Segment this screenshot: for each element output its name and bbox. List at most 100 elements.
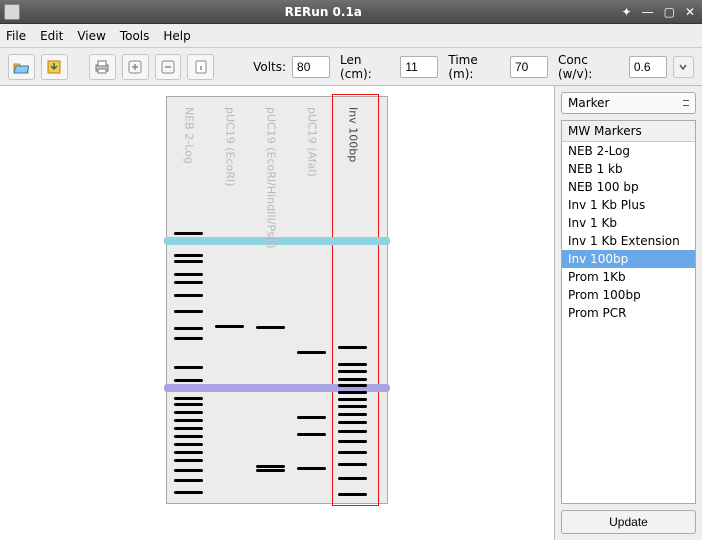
window-title: RERun 0.1a [28, 5, 619, 19]
gel-band [338, 398, 367, 401]
pin-icon[interactable]: ✦ [619, 5, 635, 19]
gel-band [338, 378, 367, 381]
conc-input[interactable] [629, 56, 667, 78]
lane-label: pUC19 (EcoRI) [223, 107, 236, 186]
gel-band [256, 326, 285, 329]
gel-band [174, 479, 203, 482]
lane-label: NEB 2-Log [182, 107, 195, 164]
gel-band [174, 427, 203, 430]
category-combo[interactable]: Marker [561, 92, 696, 114]
remove-button[interactable] [155, 54, 182, 80]
list-item[interactable]: Prom PCR [562, 304, 695, 322]
open-button[interactable] [8, 54, 35, 80]
gel-band [174, 435, 203, 438]
gel-band [174, 327, 203, 330]
list-item[interactable]: Inv 1 Kb Plus [562, 196, 695, 214]
gel-band [174, 337, 203, 340]
marker-listbox[interactable]: MW Markers NEB 2-LogNEB 1 kbNEB 100 bpIn… [561, 120, 696, 504]
gel-band [174, 379, 203, 382]
list-header: MW Markers [562, 121, 695, 142]
maximize-icon[interactable]: ▢ [661, 5, 678, 19]
gel-canvas[interactable]: NEB 2-Log pUC19 (EcoRI) pUC19 (EcoRI/Hin… [166, 96, 388, 504]
menu-bar: File Edit View Tools Help [0, 24, 702, 48]
conc-label: Conc (w/v): [558, 53, 623, 81]
gel-band [338, 440, 367, 443]
gel-band [338, 405, 367, 408]
lane-label: Inv 100bp [346, 107, 359, 162]
list-item[interactable]: NEB 1 kb [562, 160, 695, 178]
gel-band [174, 310, 203, 313]
gel-band [297, 467, 326, 470]
gel-band [174, 491, 203, 494]
menu-view[interactable]: View [77, 29, 105, 43]
minimize-icon[interactable]: — [639, 5, 657, 19]
combo-value: Marker [568, 96, 609, 110]
lane-4[interactable]: Inv 100bp [334, 97, 371, 503]
lane-3[interactable]: pUC19 (AfaI) [293, 97, 330, 503]
gel-band [338, 421, 367, 424]
gel-band [174, 403, 203, 406]
list-item[interactable]: NEB 100 bp [562, 178, 695, 196]
list-item[interactable]: Prom 1Kb [562, 268, 695, 286]
gel-band [174, 294, 203, 297]
gel-band [297, 433, 326, 436]
gel-band [215, 325, 244, 328]
len-label: Len (cm): [340, 53, 394, 81]
gel-band [256, 469, 285, 472]
gel-band [338, 493, 367, 496]
list-item[interactable]: Inv 1 Kb [562, 214, 695, 232]
list-item[interactable]: NEB 2-Log [562, 142, 695, 160]
info-button[interactable] [187, 54, 214, 80]
add-button[interactable] [122, 54, 149, 80]
gel-band [338, 451, 367, 454]
menu-help[interactable]: Help [163, 29, 190, 43]
app-icon [4, 4, 20, 20]
gel-band [174, 273, 203, 276]
update-button[interactable]: Update [561, 510, 696, 534]
gel-band [338, 363, 367, 366]
save-button[interactable] [41, 54, 68, 80]
time-input[interactable] [510, 56, 548, 78]
list-item[interactable]: Inv 1 Kb Extension [562, 232, 695, 250]
volts-input[interactable] [292, 56, 330, 78]
gel-band [174, 281, 203, 284]
list-item[interactable]: Inv 100bp [562, 250, 695, 268]
gel-band [174, 459, 203, 462]
print-button[interactable] [89, 54, 116, 80]
gel-band [174, 397, 203, 400]
list-item[interactable]: Prom 100bp [562, 286, 695, 304]
gel-band [338, 463, 367, 466]
gel-band [338, 384, 367, 387]
gel-band [338, 477, 367, 480]
toolbar: Volts: Len (cm): Time (m): Conc (w/v): [0, 48, 702, 86]
close-icon[interactable]: ✕ [682, 5, 698, 19]
time-label: Time (m): [448, 53, 504, 81]
lane-label: pUC19 (EcoRI/HindIII/PstI) [264, 107, 277, 249]
gel-band [174, 443, 203, 446]
gel-pane: NEB 2-Log pUC19 (EcoRI) pUC19 (EcoRI/Hin… [0, 86, 554, 540]
lane-2[interactable]: pUC19 (EcoRI/HindIII/PstI) [252, 97, 289, 503]
gel-band [338, 370, 367, 373]
gel-band [338, 346, 367, 349]
gel-band [174, 232, 203, 235]
title-bar: RERun 0.1a ✦ — ▢ ✕ [0, 0, 702, 24]
gel-band [297, 416, 326, 419]
gel-band [174, 260, 203, 263]
gel-band [174, 469, 203, 472]
lane-label: pUC19 (AfaI) [305, 107, 318, 177]
gel-band [174, 451, 203, 454]
window-controls: ✦ — ▢ ✕ [619, 5, 698, 19]
gel-band [174, 254, 203, 257]
toolbar-overflow-button[interactable] [673, 56, 694, 78]
gel-band [297, 351, 326, 354]
side-panel: Marker MW Markers NEB 2-LogNEB 1 kbNEB 1… [554, 86, 702, 540]
lane-1[interactable]: pUC19 (EcoRI) [211, 97, 248, 503]
gel-band [174, 419, 203, 422]
gel-band [174, 366, 203, 369]
volts-label: Volts: [253, 60, 286, 74]
menu-file[interactable]: File [6, 29, 26, 43]
menu-tools[interactable]: Tools [120, 29, 150, 43]
menu-edit[interactable]: Edit [40, 29, 63, 43]
lane-0[interactable]: NEB 2-Log [170, 97, 207, 503]
len-input[interactable] [400, 56, 438, 78]
